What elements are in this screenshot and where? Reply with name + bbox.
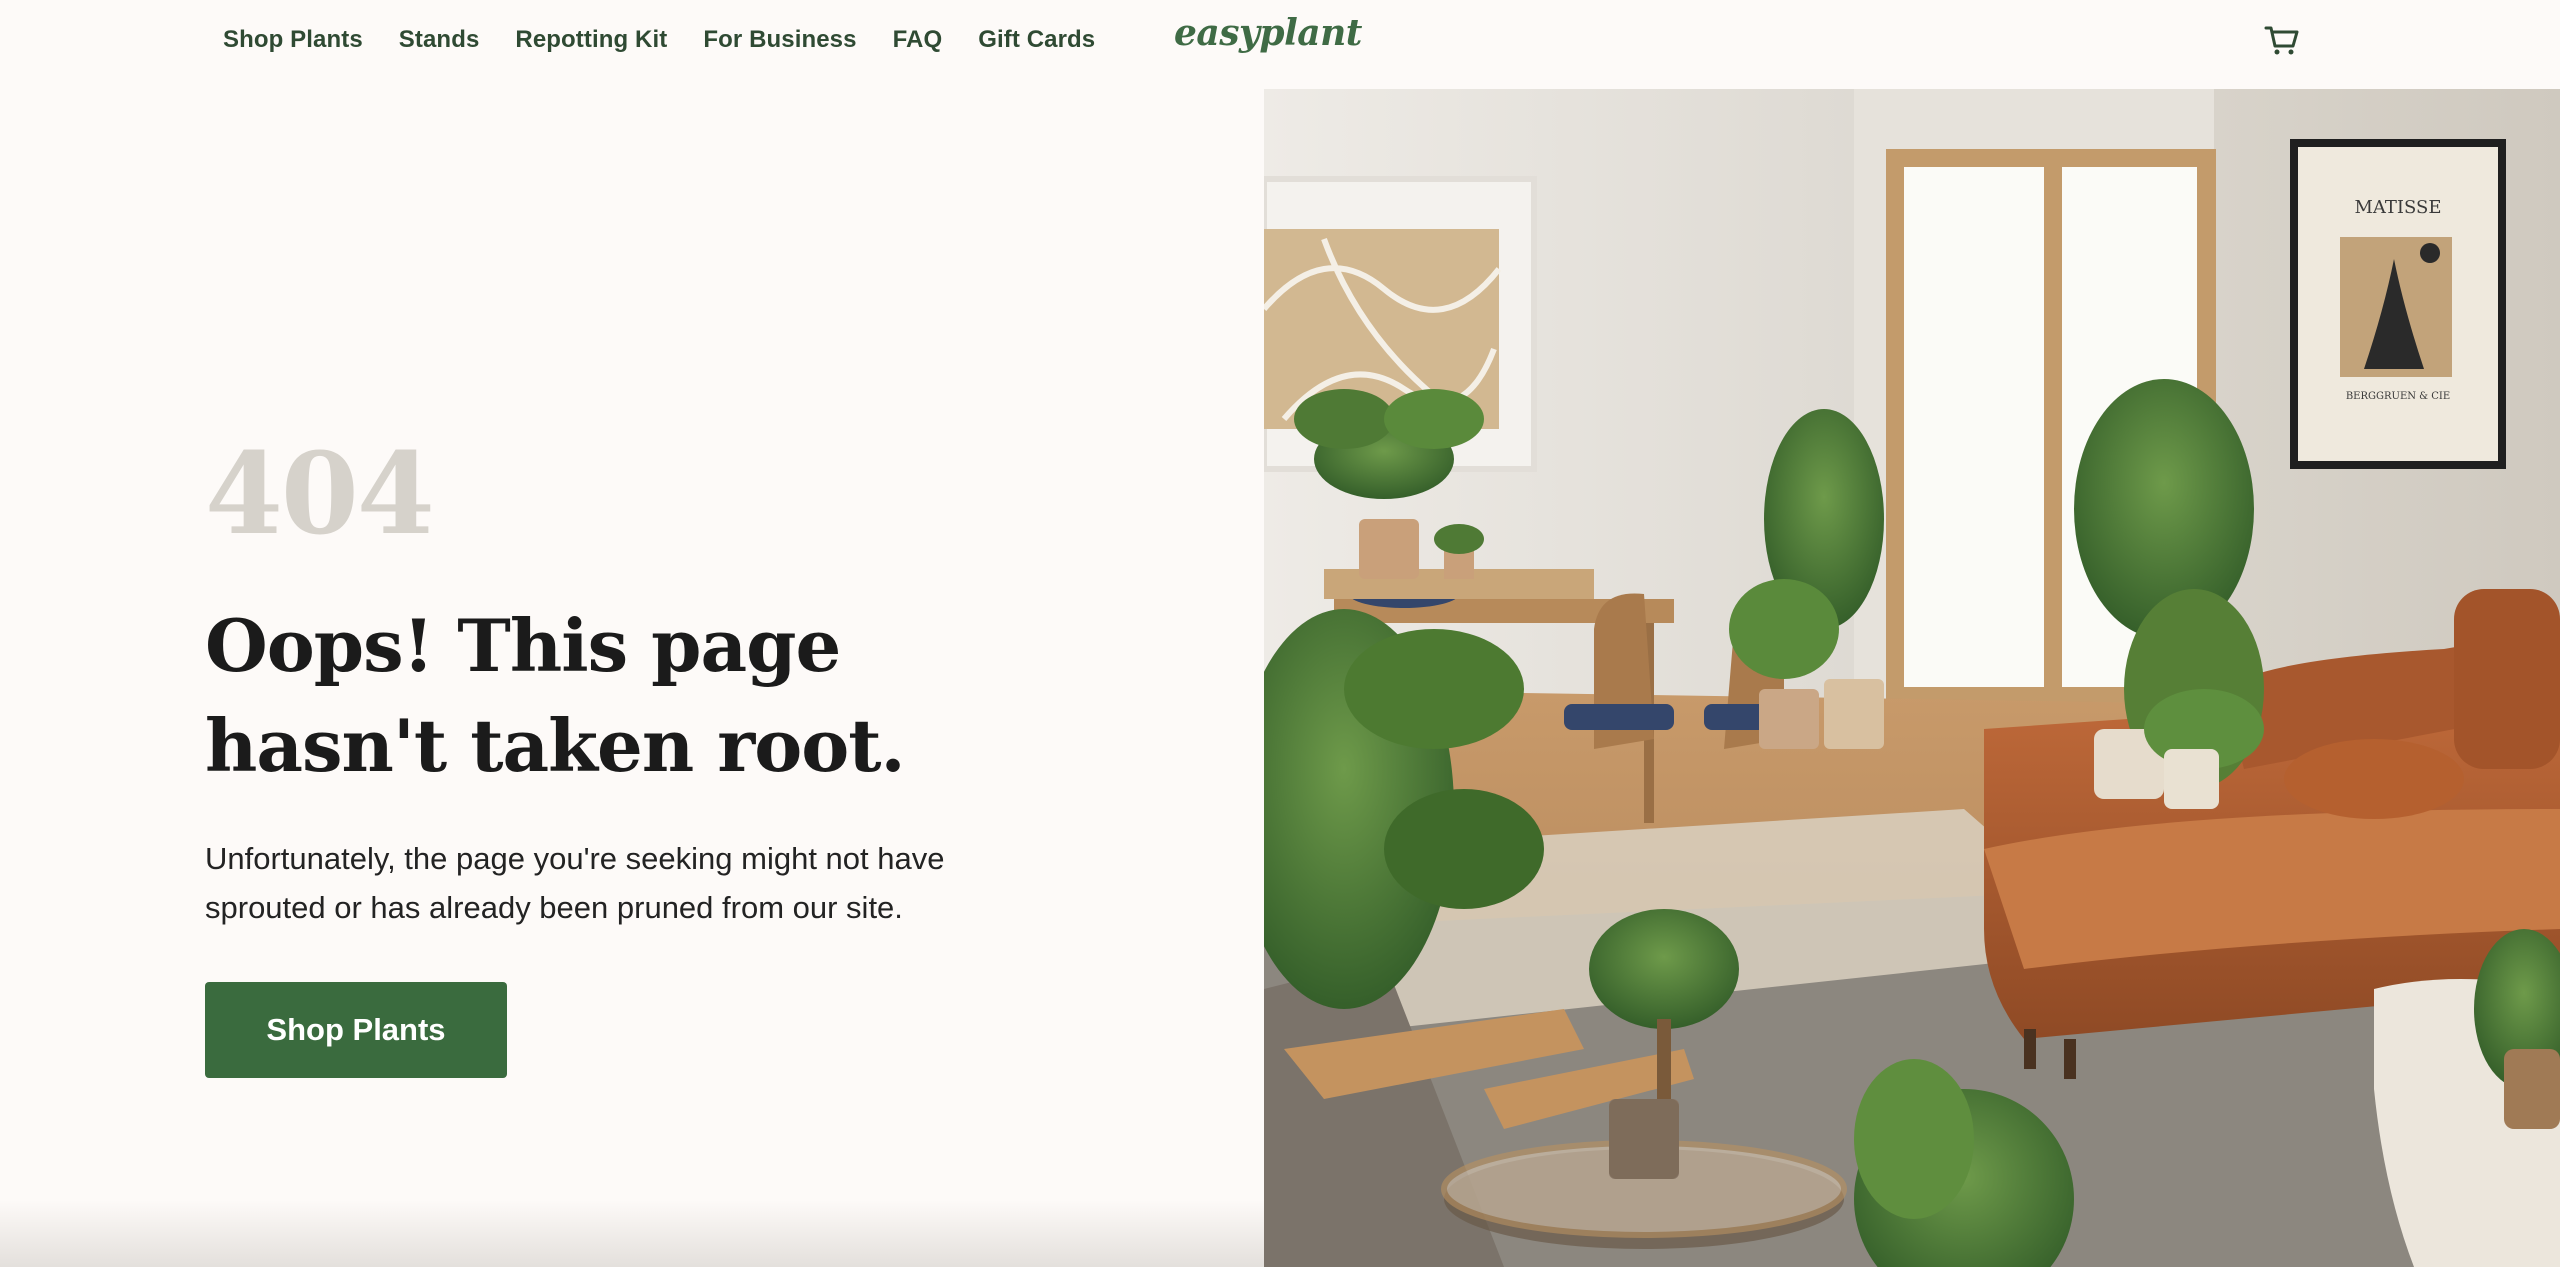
error-description: Unfortunately, the page you're seeking m… bbox=[205, 841, 945, 925]
bottom-shadow bbox=[0, 1200, 1264, 1267]
nav-gift-cards[interactable]: Gift Cards bbox=[978, 26, 1095, 54]
cart-icon bbox=[2264, 26, 2299, 55]
main-nav: Shop Plants Stands Repotting Kit For Bus… bbox=[223, 20, 1131, 60]
nav-faq[interactable]: FAQ bbox=[893, 26, 943, 54]
error-code: 404 bbox=[205, 429, 435, 560]
nav-for-business[interactable]: For Business bbox=[703, 26, 856, 54]
site-header: Shop Plants Stands Repotting Kit For Bus… bbox=[0, 0, 2560, 80]
error-headline: Oops! This page hasn't taken root. bbox=[205, 603, 906, 788]
error-content: 404 Oops! This page hasn't taken root. U… bbox=[205, 430, 1105, 1078]
poster-title: MATISSE bbox=[2354, 197, 2441, 218]
poster-subtitle: BERGGRUEN & CIE bbox=[2346, 391, 2450, 402]
nav-stands[interactable]: Stands bbox=[399, 26, 480, 54]
nav-repotting-kit[interactable]: Repotting Kit bbox=[515, 26, 667, 54]
living-room-illustration: MATISSE BERGGRUEN & CIE bbox=[1264, 89, 2560, 1267]
hero-living-room-image: MATISSE BERGGRUEN & CIE bbox=[1264, 89, 2560, 1267]
brand-logo[interactable]: easyplant bbox=[1174, 12, 1362, 54]
nav-shop-plants[interactable]: Shop Plants bbox=[223, 26, 363, 54]
shop-plants-button[interactable]: Shop Plants bbox=[205, 982, 507, 1078]
cart-button[interactable] bbox=[2262, 20, 2302, 60]
